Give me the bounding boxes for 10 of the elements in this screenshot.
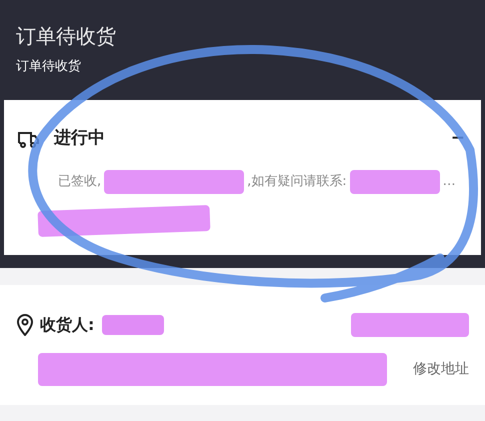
page-title: 订单待收货 bbox=[15, 23, 117, 50]
status-text: 已签收, bbox=[58, 172, 102, 191]
status-text: ,如有疑问请联系: bbox=[247, 172, 347, 191]
location-pin-icon bbox=[16, 314, 34, 336]
status-text: … bbox=[442, 172, 456, 191]
status-title: 进行中 bbox=[54, 127, 105, 150]
page-subtitle: 订单待收货 bbox=[15, 58, 82, 76]
recipient-label: 收货人: bbox=[40, 314, 94, 336]
edit-address-link[interactable]: 修改地址 bbox=[413, 359, 469, 380]
redaction-mark bbox=[102, 315, 164, 335]
